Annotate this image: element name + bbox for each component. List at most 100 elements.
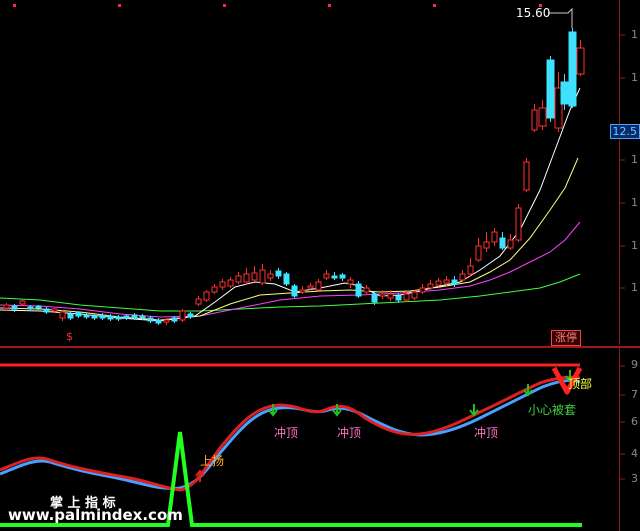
top-label: 顶部 bbox=[568, 377, 593, 391]
candle-body bbox=[315, 281, 322, 291]
lower-axis-label-3: 6 bbox=[631, 415, 638, 428]
candle-body bbox=[538, 107, 547, 127]
candle-body bbox=[259, 269, 266, 284]
candle-body bbox=[283, 273, 290, 285]
candle-body bbox=[219, 281, 226, 288]
candle-body bbox=[507, 239, 514, 249]
candle-body bbox=[131, 314, 138, 319]
candle-body bbox=[363, 287, 370, 293]
candle-body bbox=[491, 231, 498, 243]
candle-body bbox=[459, 273, 466, 281]
candle-body bbox=[59, 311, 66, 319]
candle-body bbox=[163, 319, 170, 323]
candle-body bbox=[75, 311, 82, 317]
candle-body bbox=[3, 304, 10, 309]
watermark-url: www.palmindex.com bbox=[8, 506, 183, 524]
upper-axis-label-5: 1 bbox=[631, 239, 638, 252]
careful-label: 小心被套 bbox=[528, 403, 577, 417]
candle-body bbox=[576, 47, 585, 75]
upper-axis-label-3: 1 bbox=[631, 153, 638, 166]
candle-body bbox=[195, 298, 202, 305]
candle-body bbox=[467, 265, 474, 275]
candle-body bbox=[443, 279, 450, 284]
candle-body bbox=[171, 317, 178, 322]
candle-body bbox=[331, 275, 338, 279]
stock-chart-window: 15.60 12.5 1 1 1 1 1 1 $ 涨停 9 7 6 4 3 上扬… bbox=[0, 0, 640, 531]
candle-body bbox=[27, 306, 34, 310]
candle-body bbox=[291, 285, 298, 297]
candle-body bbox=[267, 273, 274, 279]
candle-body bbox=[387, 293, 394, 299]
candle-body bbox=[371, 293, 378, 303]
candle-body bbox=[323, 273, 330, 279]
candle-body bbox=[347, 279, 354, 285]
candle-body bbox=[139, 315, 146, 319]
candle-body bbox=[67, 313, 74, 319]
candle-body bbox=[515, 207, 522, 241]
candle-body bbox=[235, 275, 242, 283]
candle-body bbox=[123, 315, 130, 319]
candle-body bbox=[379, 293, 386, 297]
candle-body bbox=[187, 313, 194, 318]
candle-body bbox=[11, 305, 18, 310]
candle-body bbox=[451, 279, 458, 285]
surge-label-1: 冲顶 bbox=[274, 426, 299, 440]
candle-body bbox=[35, 305, 42, 309]
surge-label-2: 冲顶 bbox=[337, 426, 362, 440]
candle-body bbox=[339, 274, 346, 279]
candles-group bbox=[3, 28, 585, 325]
candle-body bbox=[91, 315, 98, 319]
current-price-tag: 12.5 bbox=[609, 124, 640, 139]
candle-body bbox=[179, 310, 186, 321]
high-price-label: 15.60 bbox=[516, 6, 551, 20]
candle-body bbox=[403, 293, 410, 301]
candle-body bbox=[147, 317, 154, 322]
candle-body bbox=[568, 31, 577, 107]
candle-body bbox=[307, 285, 314, 289]
candle-body bbox=[19, 300, 26, 305]
candle-body bbox=[243, 273, 250, 283]
upper-axis-label-6: 1 bbox=[631, 281, 638, 294]
candle-body bbox=[355, 283, 362, 297]
lower-axis-label-1: 9 bbox=[631, 358, 638, 371]
limit-up-badge: 涨停 bbox=[551, 330, 581, 346]
candle-body bbox=[499, 237, 506, 249]
candle-body bbox=[211, 286, 218, 293]
rise-label: 上扬 bbox=[200, 454, 225, 468]
candle-body bbox=[51, 308, 58, 312]
candle-body bbox=[411, 291, 418, 299]
upper-axis-label-4: 1 bbox=[631, 196, 638, 209]
candle-body bbox=[227, 279, 234, 287]
candle-body bbox=[43, 308, 50, 313]
candle-body bbox=[560, 81, 569, 105]
surge-label-3: 冲顶 bbox=[474, 426, 499, 440]
candlestick-panel[interactable] bbox=[0, 0, 640, 345]
ma5-line bbox=[0, 87, 581, 322]
upper-axis-label-1: 1 bbox=[631, 28, 638, 41]
candle-body bbox=[395, 295, 402, 301]
candle-body bbox=[435, 280, 442, 286]
lower-axis-label-2: 7 bbox=[631, 388, 638, 401]
candle-body bbox=[155, 319, 162, 324]
candle-body bbox=[115, 316, 122, 320]
candle-body bbox=[299, 289, 306, 293]
high-pointer-line bbox=[548, 7, 573, 28]
dollar-marker: $ bbox=[66, 330, 73, 343]
lower-axis-label-4: 4 bbox=[631, 447, 638, 460]
candle-body bbox=[275, 270, 282, 277]
lower-axis-label-5: 3 bbox=[631, 472, 638, 485]
ma10-line bbox=[0, 157, 579, 321]
top-dot-markers bbox=[13, 4, 542, 7]
candle-body bbox=[427, 283, 434, 289]
candle-body bbox=[475, 245, 482, 261]
candle-body bbox=[251, 272, 258, 281]
candle-body bbox=[107, 315, 114, 320]
candle-body bbox=[531, 109, 538, 131]
candle-body bbox=[83, 314, 90, 318]
candle-body bbox=[483, 241, 490, 249]
candle-body bbox=[523, 161, 530, 191]
candle-body bbox=[419, 287, 426, 293]
upper-axis-label-2: 1 bbox=[631, 71, 638, 84]
candle-body bbox=[99, 314, 106, 319]
candle-body bbox=[546, 59, 555, 119]
